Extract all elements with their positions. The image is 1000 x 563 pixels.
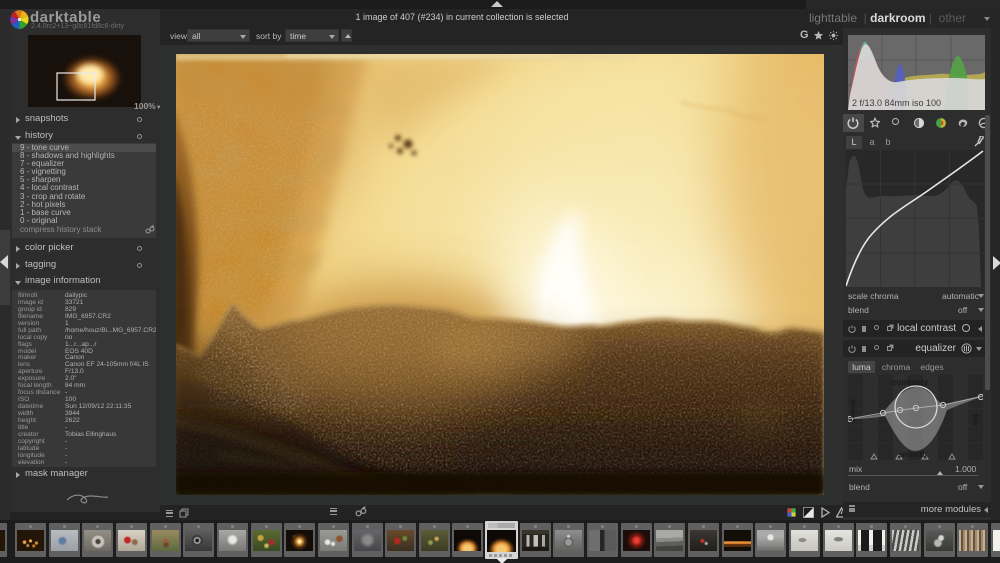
svg-text:fine: fine — [971, 414, 978, 427]
svg-text:coarse: coarse — [850, 399, 857, 422]
svg-text:smooth: smooth — [898, 450, 927, 459]
svg-text:contrasty: contrasty — [892, 378, 929, 387]
svg-text:2 f/13.0 84mm iso 100: 2 f/13.0 84mm iso 100 — [852, 98, 941, 108]
